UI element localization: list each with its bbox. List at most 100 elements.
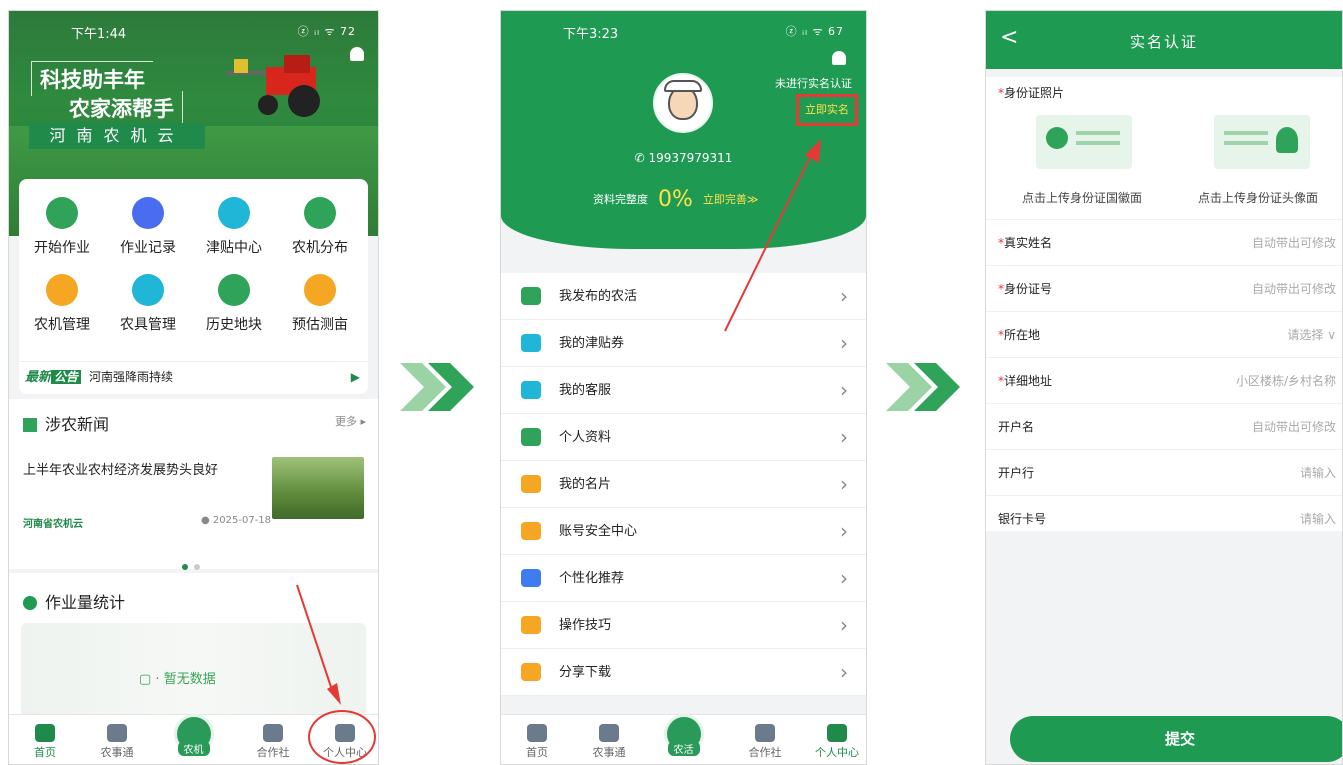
menu-item-label: 我的客服 [559,383,612,398]
form-field[interactable]: *真实姓名 自动带出可修改 [986,219,1342,265]
page-title: 实名认证 [1129,33,1198,51]
tab-item[interactable]: 首页 [15,724,75,760]
chevron-right-icon: › [840,472,848,496]
form-field[interactable]: *身份证号 自动带出可修改 [986,265,1342,311]
highlight-circle [308,710,376,764]
tab-icon [107,724,127,742]
news-title[interactable]: 上半年农业农村经济发展势头良好 [23,459,218,478]
tractor-illustration [226,55,320,117]
menu-item[interactable]: 我的津贴券 › [501,320,866,367]
news-source: 河南省农机云 [23,519,83,530]
grid-item-label: 预估测亩 [292,317,348,333]
chevron-right-icon: › [840,331,848,355]
tab-icon [35,724,55,742]
tab-item[interactable]: 个人中心 [807,724,866,760]
menu-item[interactable]: 个性化推荐 › [501,555,866,602]
form-field-value[interactable]: 自动带出可修改 [1252,266,1336,312]
form-field-label: 详细地址 [1004,374,1053,388]
step-arrow-2 [886,363,960,411]
form-field-value[interactable]: 请选择 ∨ [1287,312,1336,358]
chevron-right-icon: › [840,613,848,637]
form-field-value[interactable]: 自动带出可修改 [1252,220,1336,266]
grid-item-label: 农具管理 [120,317,176,333]
work-record-icon [132,197,164,229]
tab-icon [599,724,619,742]
submit-button[interactable]: 提交 [1010,716,1342,762]
form-field-value[interactable]: 小区楼栋/乡村名称 [1236,358,1336,404]
start-work-icon [46,197,78,229]
form-field-label: 开户行 [998,466,1035,480]
grid-item[interactable]: 开始作业 [19,197,105,257]
tab-item[interactable]: 首页 [507,724,567,760]
bell-icon[interactable] [832,51,846,65]
upload-back-label[interactable]: 点击上传身份证头像面 [1198,189,1318,206]
menu-item[interactable]: 账号安全中心 › [501,508,866,555]
avatar[interactable] [653,73,713,133]
grid-item[interactable]: 津贴中心 [191,197,277,257]
menu-item-label: 我发布的农活 [559,289,638,304]
stats-section: 作业量统计 ▢ · 暂无数据 [9,573,378,723]
grid-item[interactable]: 农具管理 [105,274,191,334]
grid-item[interactable]: 农机管理 [19,274,105,334]
chevron-right-icon: › [840,425,848,449]
complete-profile-link[interactable]: 立即完善≫ [703,193,759,206]
function-grid: 开始作业 作业记录 津贴中心 农机分布农机管理 农具管理 历史地块 预估测亩最新 公告 河南强降… [19,179,368,394]
nav-bar: < 实名认证 [986,11,1342,69]
news-book-icon [23,418,37,432]
chevron-right-icon: › [840,378,848,402]
id-photo-label: *身份证照片 [998,86,1065,100]
form-field[interactable]: *所在地 请选择 ∨ [986,311,1342,357]
upload-front-label[interactable]: 点击上传身份证国徽面 [1022,189,1142,206]
tab-label: 个人中心 [815,746,859,759]
tab-item[interactable]: 农事通 [87,724,147,760]
status-time: 下午1:44 [71,27,127,42]
verify-now-button[interactable]: 立即实名 [796,94,858,126]
step-arrow-1 [400,363,474,411]
id-back-upload[interactable] [1214,115,1310,169]
menu-item-icon [521,569,541,587]
bell-icon[interactable] [350,47,364,61]
home-screen: 科技助丰年 农家添帮手 河南农机云 下午1:44 ⓩ ᵢₗ ᯤ 72 开始作业作… [8,10,379,765]
menu-item[interactable]: 我的名片 › [501,461,866,508]
chevron-right-icon: › [840,284,848,308]
menu-item[interactable]: 我的客服 › [501,367,866,414]
menu-item[interactable]: 分享下载 › [501,649,866,696]
estimate-icon [304,274,336,306]
verify-status: 未进行实名认证 [775,77,852,90]
chevron-right-icon: › [840,566,848,590]
grid-item[interactable]: 历史地块 [191,274,277,334]
form-field-value[interactable]: 自动带出可修改 [1252,404,1336,450]
grid-item-label: 津贴中心 [206,240,262,256]
menu-item[interactable]: 操作技巧 › [501,602,866,649]
menu-item-icon [521,334,541,352]
id-front-upload[interactable] [1036,115,1132,169]
tab-label: 合作社 [748,746,782,759]
menu-item[interactable]: 我发布的农活 › [501,273,866,320]
tab-item[interactable]: 合作社 [735,724,795,760]
history-plot-icon [218,274,250,306]
form-field[interactable]: 开户名 自动带出可修改 [986,403,1342,449]
play-icon[interactable]: ▶ [351,362,360,392]
grid-item[interactable]: 农机分布 [277,197,363,257]
form-field[interactable]: *详细地址 小区楼栋/乡村名称 [986,357,1342,403]
pie-chart-icon [23,596,37,610]
tab-label: 农事通 [592,746,626,759]
emblem-icon [1046,127,1068,149]
news-more-link[interactable]: 更多 ▸ [335,413,366,429]
menu-item-icon [521,663,541,681]
grid-item[interactable]: 预估测亩 [277,274,363,334]
form-field-value[interactable]: 请输入 [1300,450,1336,496]
tab-item[interactable]: 农事通 [579,724,639,760]
menu-item-icon [521,616,541,634]
status-time: 下午3:23 [563,27,619,42]
menu-item[interactable]: 个人资料 › [501,414,866,461]
news-thumbnail[interactable] [272,457,364,519]
notice-bar[interactable]: 最新 公告 河南强降雨持续 ▶ [19,361,368,391]
tab-item[interactable]: 合作社 [243,724,303,760]
status-signal: ⓩ ᵢₗ ᯤ 67 [785,25,844,38]
no-data-label: ▢ · 暂无数据 [139,672,216,687]
form-field[interactable]: 开户行 请输入 [986,449,1342,495]
menu-item-label: 我的名片 [559,477,612,492]
grid-item-label: 农机管理 [34,317,90,333]
grid-item[interactable]: 作业记录 [105,197,191,257]
